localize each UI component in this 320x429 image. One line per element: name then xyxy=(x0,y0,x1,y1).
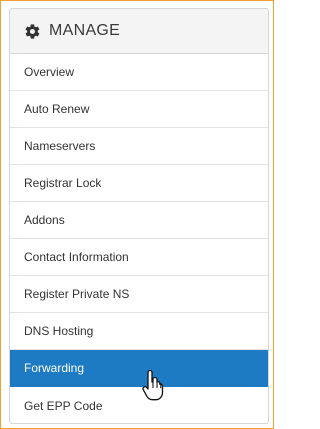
menu-item-auto-renew[interactable]: Auto Renew xyxy=(10,91,268,128)
manage-menu: Overview Auto Renew Nameservers Registra… xyxy=(10,54,268,423)
menu-item-nameservers[interactable]: Nameservers xyxy=(10,128,268,165)
menu-item-addons[interactable]: Addons xyxy=(10,202,268,239)
manage-panel: MANAGE Overview Auto Renew Nameservers R… xyxy=(9,8,269,424)
menu-item-dns-hosting[interactable]: DNS Hosting xyxy=(10,313,268,350)
panel-header: MANAGE xyxy=(10,9,268,54)
menu-item-get-epp-code[interactable]: Get EPP Code xyxy=(10,387,268,423)
menu-item-register-private-ns[interactable]: Register Private NS xyxy=(10,276,268,313)
menu-item-contact-information[interactable]: Contact Information xyxy=(10,239,268,276)
hand-pointer-icon xyxy=(142,369,164,401)
menu-item-registrar-lock[interactable]: Registrar Lock xyxy=(10,165,268,202)
screenshot-frame: MANAGE Overview Auto Renew Nameservers R… xyxy=(0,0,274,429)
menu-item-forwarding[interactable]: Forwarding xyxy=(10,350,268,387)
menu-item-overview[interactable]: Overview xyxy=(10,54,268,91)
panel-title: MANAGE xyxy=(49,22,121,39)
gear-icon xyxy=(25,23,40,39)
